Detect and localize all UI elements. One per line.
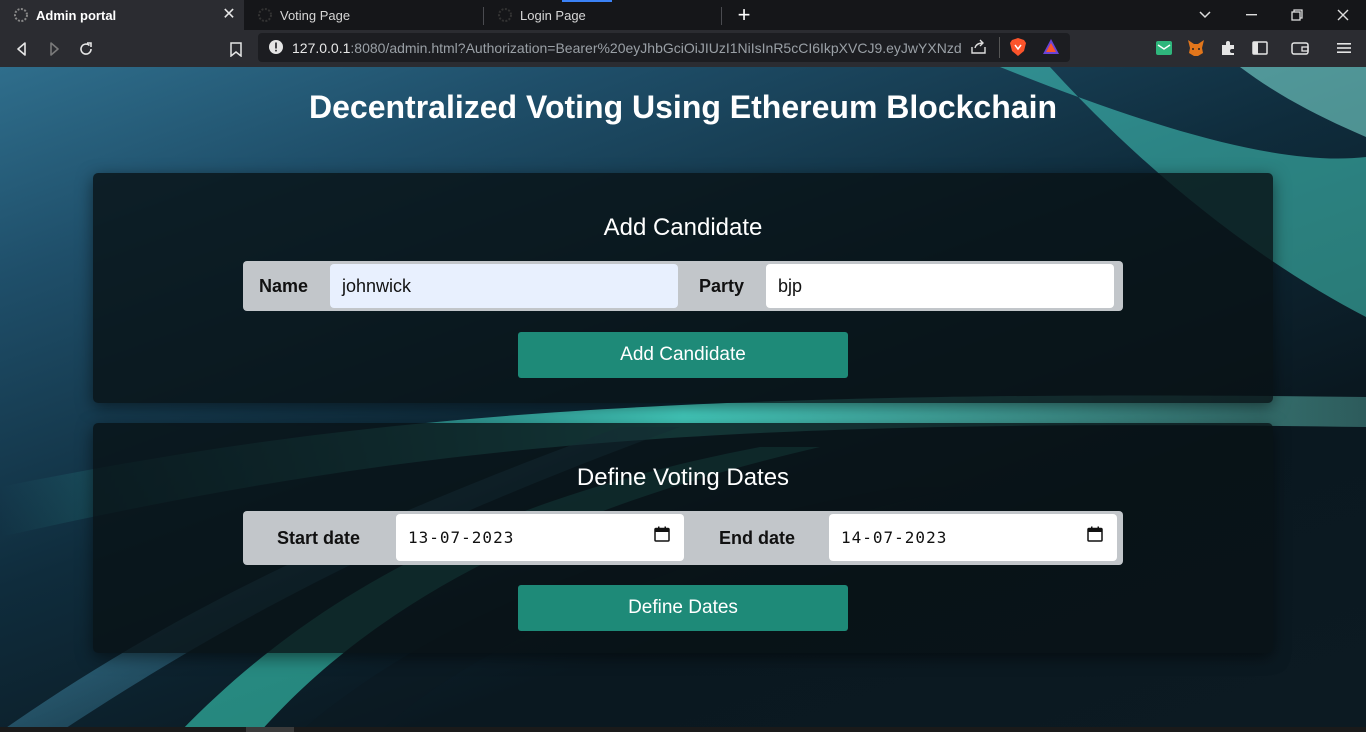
new-tab-icon[interactable]: + (733, 4, 755, 26)
candidate-name-input[interactable]: johnwick (330, 264, 678, 308)
sidebar-icon[interactable] (1250, 38, 1270, 58)
horizontal-scrollbar[interactable] (0, 727, 1366, 732)
brave-shield-icon[interactable] (1009, 37, 1027, 62)
ethereum-favicon-icon (498, 8, 512, 22)
party-input[interactable]: bjp (766, 264, 1114, 308)
share-icon[interactable] (970, 39, 988, 60)
bookmark-icon[interactable] (224, 37, 248, 61)
menu-icon[interactable] (1334, 38, 1354, 58)
candidate-form-row: Name johnwick Party bjp (243, 261, 1123, 311)
wallet-icon[interactable] (1290, 38, 1310, 58)
add-candidate-heading: Add Candidate (603, 214, 763, 241)
end-date-label: End date (719, 528, 796, 548)
address-bar[interactable]: 127.0.0.1:8080/admin.html?Authorization=… (258, 33, 1070, 62)
ethereum-favicon-icon (258, 8, 272, 22)
forward-icon[interactable] (42, 37, 66, 61)
scrollbar-thumb[interactable] (246, 727, 294, 732)
reload-icon[interactable] (74, 37, 98, 61)
name-label: Name (259, 276, 309, 296)
ethereum-favicon-icon (14, 8, 28, 22)
address-separator (999, 37, 1000, 58)
info-icon[interactable] (268, 39, 284, 60)
url-host: 127.0.0.1 (292, 40, 351, 56)
metamask-icon[interactable] (1186, 38, 1206, 58)
tab-label: Login Page (520, 7, 586, 23)
tab-strip: Admin portal ✕ Voting Page Login Page + (0, 0, 1366, 30)
tab-label: Admin portal (36, 7, 117, 23)
tab-search-chevron-icon[interactable] (1182, 0, 1228, 30)
close-window-icon[interactable] (1320, 0, 1366, 30)
url-path: :8080/admin.html?Authorization=Bearer%20… (350, 40, 962, 56)
page-title: Decentralized Voting Using Ethereum Bloc… (309, 89, 1057, 125)
calendar-icon[interactable] (1087, 526, 1103, 546)
mail-extension-icon[interactable] (1154, 38, 1174, 58)
tab-login-page[interactable]: Login Page (484, 0, 722, 30)
browser-toolbar: 127.0.0.1:8080/admin.html?Authorization=… (0, 30, 1366, 67)
party-label: Party (699, 276, 745, 296)
end-date-value: 14-07-2023 (841, 528, 948, 547)
add-candidate-button[interactable]: Add Candidate (518, 332, 848, 378)
start-date-value: 13-07-2023 (408, 528, 515, 547)
tab-admin-portal[interactable]: Admin portal ✕ (0, 0, 244, 30)
tab-label: Voting Page (280, 7, 351, 23)
dates-form-row: Start date 13-07-2023 End date 14-07-202… (243, 511, 1123, 565)
calendar-icon[interactable] (654, 526, 670, 546)
define-dates-button[interactable]: Define Dates (518, 585, 848, 631)
start-date-input[interactable]: 13-07-2023 (396, 514, 684, 561)
extensions-puzzle-icon[interactable] (1218, 38, 1238, 58)
admin-page: Decentralized Voting Using Ethereum Bloc… (0, 67, 1366, 732)
loading-indicator (562, 0, 612, 2)
end-date-input[interactable]: 14-07-2023 (829, 514, 1117, 561)
tab-voting-page[interactable]: Voting Page (244, 0, 482, 30)
add-candidate-panel: Add Candidate Name johnwick Party bjp Ad… (93, 173, 1273, 403)
brave-rewards-icon[interactable] (1042, 38, 1060, 61)
back-icon[interactable] (10, 37, 34, 61)
voting-dates-panel: Define Voting Dates Start date 13-07-202… (93, 423, 1273, 653)
url-text[interactable]: 127.0.0.1:8080/admin.html?Authorization=… (292, 40, 962, 56)
restore-icon[interactable] (1274, 0, 1320, 30)
close-tab-icon[interactable]: ✕ (220, 6, 238, 24)
voting-dates-heading: Define Voting Dates (576, 464, 790, 491)
minimize-icon[interactable] (1228, 0, 1274, 30)
start-date-label: Start date (277, 528, 361, 548)
tab-separator (721, 7, 722, 25)
